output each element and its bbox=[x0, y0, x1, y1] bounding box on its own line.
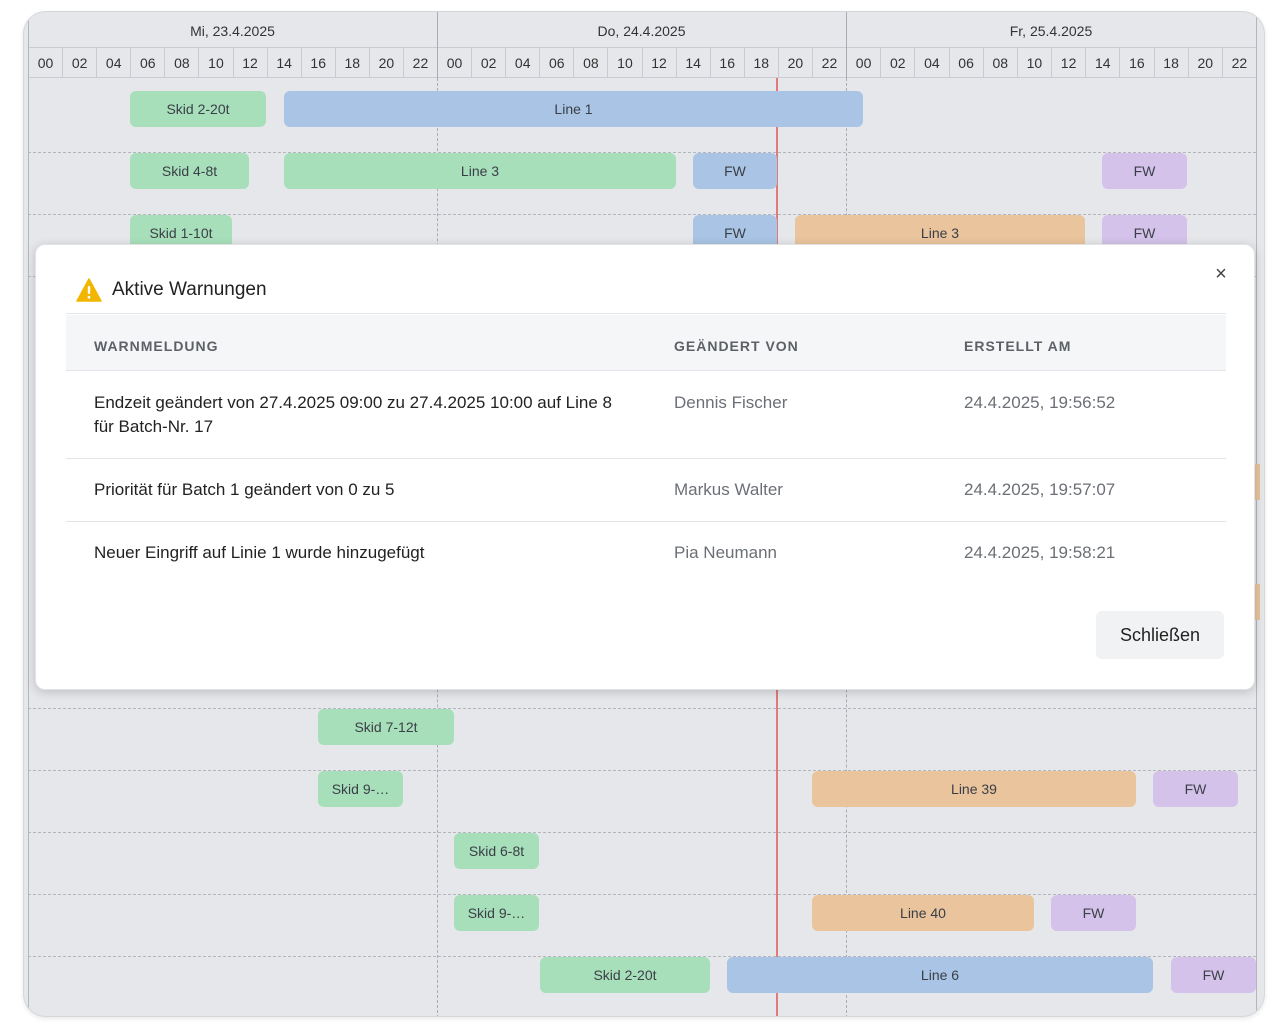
hour-tick-label: 14 bbox=[675, 48, 710, 78]
hour-tick-label: 18 bbox=[334, 48, 369, 78]
hour-tick-label: 10 bbox=[198, 48, 232, 78]
hour-tick-label: 22 bbox=[1221, 48, 1256, 78]
gantt-bar[interactable]: Skid 4-8t bbox=[130, 153, 249, 189]
close-icon[interactable]: × bbox=[1210, 263, 1232, 285]
hour-tick-label: 04 bbox=[914, 48, 948, 78]
hour-tick-label: 16 bbox=[300, 48, 335, 78]
gantt-bar[interactable]: Skid 6-8t bbox=[454, 833, 539, 869]
gantt-bar[interactable]: Line 40 bbox=[812, 895, 1034, 931]
gantt-bar[interactable]: Skid 7-12t bbox=[318, 709, 454, 745]
hour-tick-label: 12 bbox=[232, 48, 267, 78]
hour-tick-label: 20 bbox=[368, 48, 403, 78]
hour-tick-label: 02 bbox=[880, 48, 914, 78]
gantt-bar[interactable]: Line 6 bbox=[727, 957, 1153, 993]
day-label-2: Do, 24.4.2025 bbox=[597, 23, 686, 39]
hour-tick-label: 20 bbox=[1187, 48, 1222, 78]
changed-by: Dennis Fischer bbox=[674, 393, 788, 412]
warnings-dialog: Aktive Warnungen × WARNMELDUNG GEÄNDERT … bbox=[35, 244, 1255, 690]
warning-message: Neuer Eingriff auf Linie 1 wurde hinzuge… bbox=[94, 543, 425, 562]
created-at: 24.4.2025, 19:57:07 bbox=[964, 480, 1116, 499]
warnings-table: WARNMELDUNG GEÄNDERT VON ERSTELLT AM End… bbox=[66, 315, 1226, 585]
hour-tick-label: 18 bbox=[743, 48, 778, 78]
table-row[interactable]: Endzeit geändert von 27.4.2025 09:00 zu … bbox=[66, 371, 1226, 459]
hour-tick-label: 08 bbox=[164, 48, 198, 78]
gantt-bar[interactable]: FW bbox=[693, 153, 777, 189]
gantt-bar[interactable]: Line 3 bbox=[284, 153, 676, 189]
changed-by: Pia Neumann bbox=[674, 543, 778, 562]
hour-tick-label: 12 bbox=[1051, 48, 1085, 78]
table-row[interactable]: Priorität für Batch 1 geändert von 0 zu … bbox=[66, 459, 1226, 522]
gantt-bar[interactable]: FW bbox=[1051, 895, 1136, 931]
day-header-row: Mi, 23.4.2025 Do, 24.4.2025 Fr, 25.4.202… bbox=[28, 12, 1256, 47]
created-at: 24.4.2025, 19:58:21 bbox=[964, 543, 1116, 562]
hour-tick-label: 06 bbox=[948, 48, 983, 78]
hour-tick-label: 12 bbox=[641, 48, 676, 78]
gantt-bar[interactable]: Line 39 bbox=[812, 771, 1136, 807]
hour-tick-label: 04 bbox=[96, 48, 130, 78]
gantt-bar[interactable]: Skid 9-… bbox=[454, 895, 539, 931]
hour-header-row: 00 02 04 06 08 10 12 14 16 18 20 22 00 02 04 06 08 10 12 14… bbox=[28, 47, 1256, 78]
day-label-1: Mi, 23.4.2025 bbox=[190, 23, 275, 39]
hour-tick-label: 10 bbox=[1016, 48, 1051, 78]
hour-tick-label: 08 bbox=[573, 48, 607, 78]
gantt-bar[interactable]: Skid 9-… bbox=[318, 771, 403, 807]
hour-tick-label: 20 bbox=[777, 48, 812, 78]
hour-tick-label: 00 bbox=[28, 48, 62, 78]
hour-tick-label: 04 bbox=[505, 48, 539, 78]
hour-tick-label: 06 bbox=[539, 48, 573, 78]
dialog-header: Aktive Warnungen bbox=[76, 275, 267, 305]
hour-tick-label: 00 bbox=[437, 48, 471, 78]
hour-tick-label: 22 bbox=[811, 48, 846, 78]
hour-tick-label: 22 bbox=[402, 48, 437, 78]
table-row[interactable]: Neuer Eingriff auf Linie 1 wurde hinzuge… bbox=[66, 522, 1226, 585]
day-label-3: Fr, 25.4.2025 bbox=[1009, 23, 1093, 39]
hour-tick-label: 14 bbox=[266, 48, 301, 78]
created-at: 24.4.2025, 19:56:52 bbox=[964, 393, 1116, 412]
warning-message: Endzeit geändert von 27.4.2025 09:00 zu … bbox=[94, 393, 612, 436]
gantt-bar[interactable]: Skid 2-20t bbox=[130, 91, 266, 127]
dialog-title: Aktive Warnungen bbox=[112, 279, 267, 300]
hour-tick-label: 14 bbox=[1085, 48, 1119, 78]
gantt-bar[interactable]: FW bbox=[1102, 153, 1187, 189]
hour-tick-label: 08 bbox=[982, 48, 1017, 78]
close-button[interactable]: Schließen bbox=[1096, 611, 1224, 659]
hour-tick-label: 16 bbox=[1119, 48, 1153, 78]
changed-by: Markus Walter bbox=[674, 480, 783, 499]
hour-tick-label: 02 bbox=[471, 48, 505, 78]
warning-triangle-icon bbox=[76, 278, 102, 302]
hour-tick-label: 16 bbox=[709, 48, 744, 78]
column-header-changed-by: GEÄNDERT VON bbox=[674, 338, 799, 354]
table-header: WARNMELDUNG GEÄNDERT VON ERSTELLT AM bbox=[66, 315, 1226, 371]
gantt-bar[interactable]: Line 1 bbox=[284, 91, 863, 127]
gantt-bar[interactable]: Skid 2-20t bbox=[540, 957, 710, 993]
column-header-message: WARNMELDUNG bbox=[94, 338, 219, 354]
column-header-created: ERSTELLT AM bbox=[964, 338, 1072, 354]
gantt-bar[interactable]: FW bbox=[1153, 771, 1238, 807]
gantt-bar[interactable]: FW bbox=[1171, 957, 1256, 993]
hour-tick-label: 18 bbox=[1153, 48, 1188, 78]
hour-tick-label: 10 bbox=[607, 48, 641, 78]
hour-tick-label: 00 bbox=[846, 48, 880, 78]
hour-tick-label: 06 bbox=[130, 48, 164, 78]
hour-tick-label: 02 bbox=[62, 48, 96, 78]
warning-message: Priorität für Batch 1 geändert von 0 zu … bbox=[94, 480, 395, 499]
